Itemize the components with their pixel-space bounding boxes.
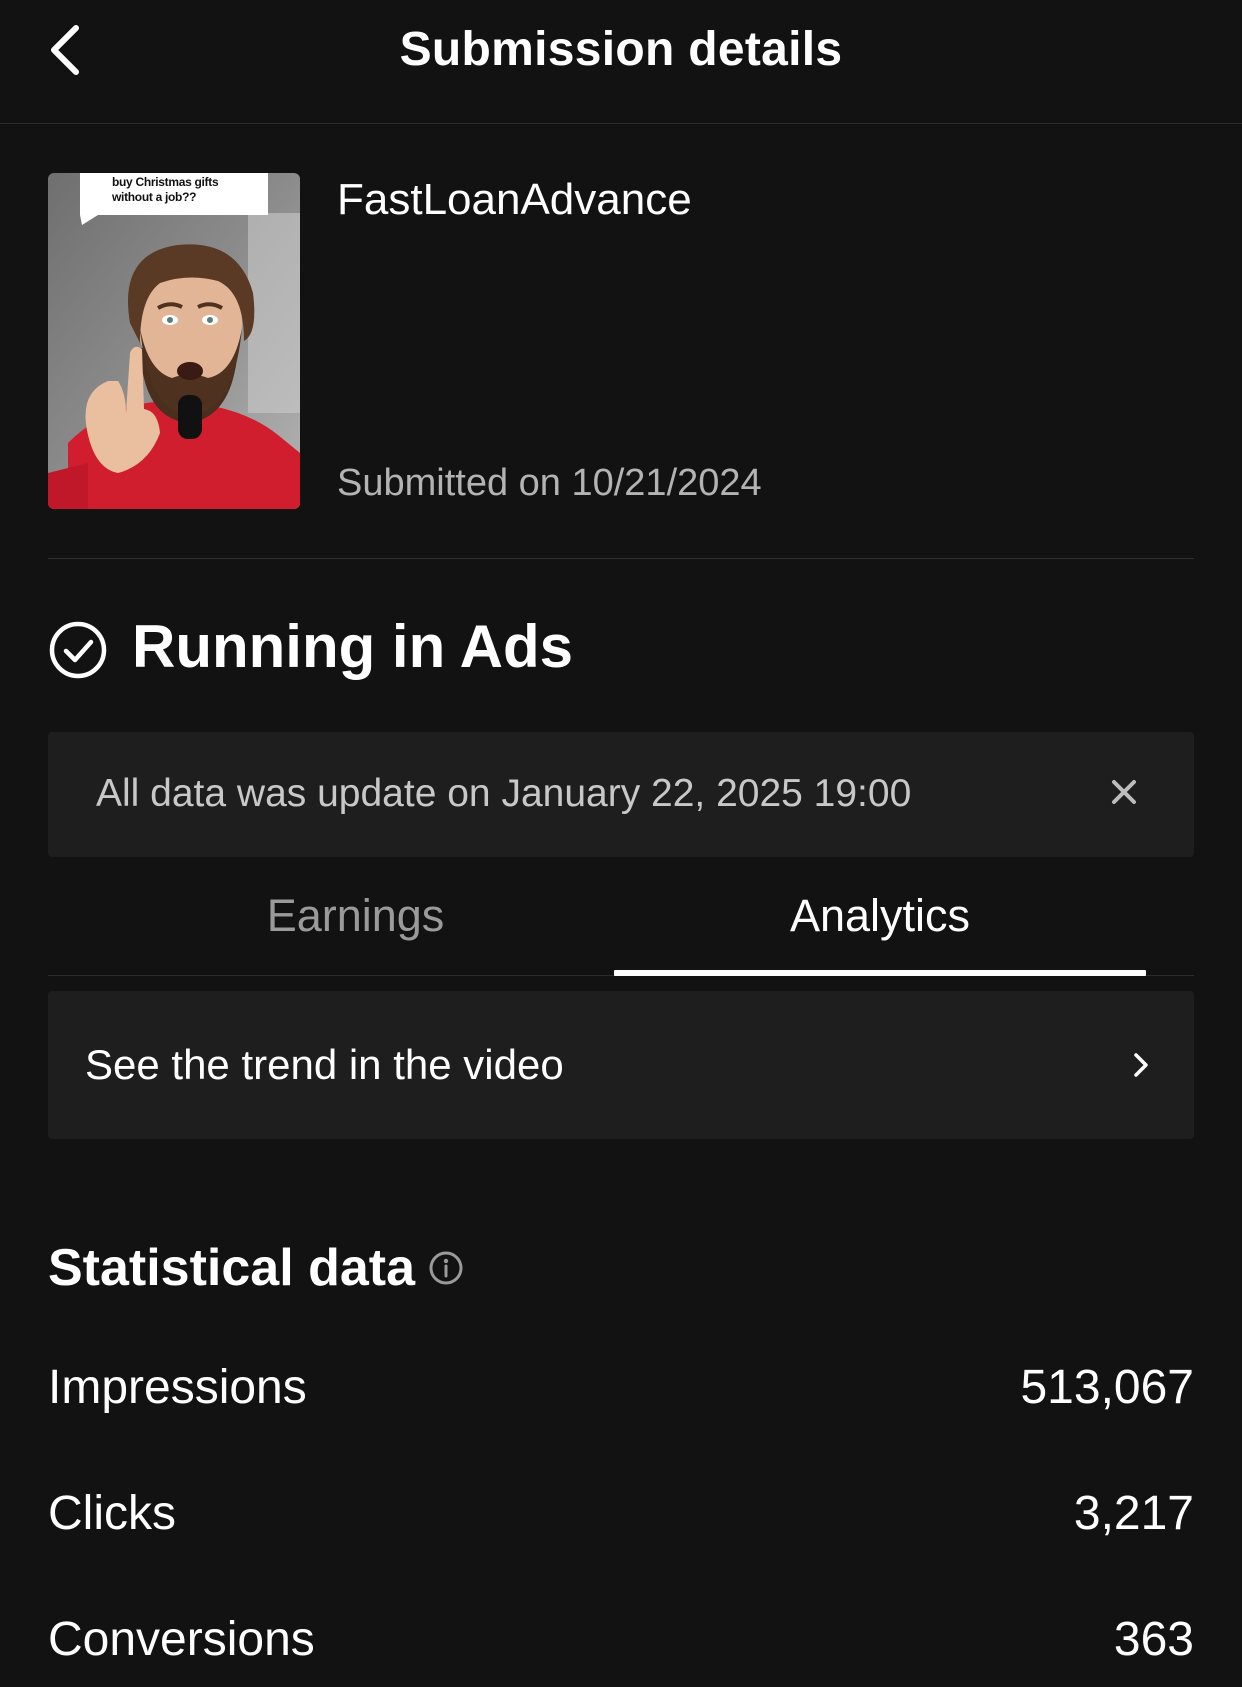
check-circle-icon bbox=[49, 621, 107, 679]
stat-value: 3,217 bbox=[1073, 1487, 1194, 1540]
statistical-data-title: Statistical data bbox=[48, 1239, 416, 1297]
chevron-right-icon bbox=[1134, 1053, 1148, 1077]
stat-row-conversions: Conversions 363 bbox=[48, 1612, 1194, 1672]
tab-bar: Earnings Analytics bbox=[48, 870, 1194, 976]
tab-earnings[interactable]: Earnings bbox=[48, 890, 663, 942]
status-label: Running in Ads bbox=[132, 613, 574, 680]
top-nav-bar: Submission details bbox=[0, 0, 1242, 124]
divider bbox=[48, 558, 1194, 559]
update-banner: All data was update on January 22, 2025 … bbox=[48, 732, 1194, 857]
submission-details-screen: Submission details buy Christmas gifts w… bbox=[0, 0, 1242, 1687]
see-trend-row[interactable]: See the trend in the video bbox=[48, 991, 1194, 1139]
video-thumbnail[interactable]: buy Christmas gifts without a job?? bbox=[48, 173, 300, 509]
active-tab-indicator bbox=[614, 970, 1146, 976]
stat-label: Clicks bbox=[48, 1487, 176, 1540]
stat-row-clicks: Clicks 3,217 bbox=[48, 1486, 1194, 1546]
stat-value: 363 bbox=[1113, 1613, 1194, 1666]
close-banner-button[interactable] bbox=[1104, 772, 1144, 812]
stat-label: Impressions bbox=[48, 1361, 307, 1414]
thumbnail-image bbox=[48, 173, 300, 509]
tab-analytics[interactable]: Analytics bbox=[615, 890, 1145, 942]
thumbnail-caption: buy Christmas gifts without a job?? bbox=[112, 175, 219, 204]
info-icon[interactable] bbox=[428, 1250, 464, 1286]
update-banner-text: All data was update on January 22, 2025 … bbox=[96, 772, 912, 815]
brand-name: FastLoanAdvance bbox=[337, 175, 692, 224]
submitted-date: Submitted on 10/21/2024 bbox=[337, 462, 762, 504]
close-icon bbox=[1112, 780, 1136, 804]
see-trend-label: See the trend in the video bbox=[85, 1041, 564, 1088]
stat-label: Conversions bbox=[48, 1613, 315, 1666]
stat-value: 513,067 bbox=[1020, 1361, 1194, 1414]
page-title: Submission details bbox=[399, 23, 843, 76]
stat-row-impressions: Impressions 513,067 bbox=[48, 1360, 1194, 1420]
